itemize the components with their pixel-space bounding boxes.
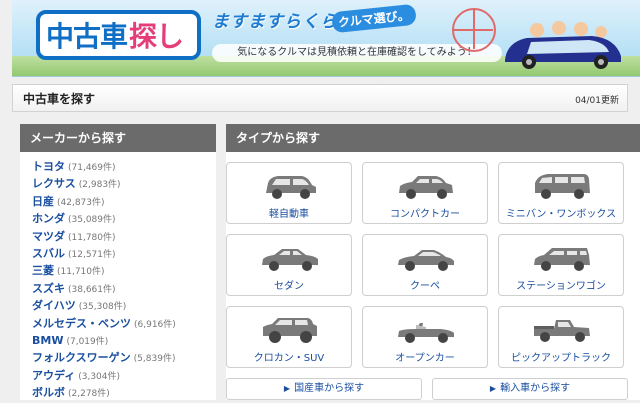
minivan-icon [535,174,590,199]
maker-count: (71,469件) [68,163,116,173]
kei-car-icon [266,176,316,199]
sedan-icon [262,249,318,271]
maker-link[interactable]: ボルボ [32,386,65,399]
maker-link[interactable]: ホンダ [32,212,65,225]
maker-count: (6,916件) [134,319,176,330]
maker-count: (11,780件) [68,232,116,243]
maker-link[interactable]: BMW [32,334,63,347]
maker-item[interactable]: トヨタ (71,469件) [32,158,216,175]
pickup-truck-icon [534,320,590,342]
type-panel-heading: タイプから探す [226,124,640,152]
maker-item[interactable]: BMW (7,019件) [32,332,216,349]
page-title: 中古車を探す [23,92,96,106]
update-date: 04/01更新 [575,96,619,106]
maker-link[interactable]: レクサス [32,177,76,190]
maker-item[interactable]: ホンダ (35,089件) [32,210,216,227]
maker-item[interactable]: 日産 (42,873件) [32,193,216,210]
import-cars-button[interactable]: ▶ 輸入車から探す [432,378,628,400]
maker-link[interactable]: 三菱 [32,264,54,277]
maker-panel-heading: メーカーから探す [20,124,216,152]
domestic-cars-label: 国産車から探す [294,383,365,394]
type-tile-coupe[interactable]: クーペ [362,234,488,296]
maker-item[interactable]: レクサス (2,983件) [32,175,216,192]
type-label: オープンカー [395,353,455,364]
type-label: コンパクトカー [390,209,460,220]
maker-count: (3,304件) [78,371,121,382]
maker-count: (7,019件) [66,336,109,347]
hero-banner: 中古車 探し ますますらくらく クルマ選び。 気になるクルマは見積依頼と在庫確認… [12,0,640,77]
type-label: ミニバン・ワンボックス [505,209,617,220]
logo-text-accent: 探し [129,20,184,53]
maker-link[interactable]: アウディ [32,369,75,382]
domestic-cars-button[interactable]: ▶ 国産車から探す [226,378,422,400]
maker-link[interactable]: スバル [32,247,65,260]
type-tile-minivan[interactable]: ミニバン・ワンボックス [498,162,624,224]
type-label: クーペ [410,281,440,292]
maker-count: (38,661件) [68,284,116,295]
coupe-icon [398,250,454,271]
type-label: ステーションワゴン [516,281,606,292]
compact-car-icon [399,176,453,199]
type-tile-compact[interactable]: コンパクトカー [362,162,488,224]
type-panel: タイプから探す 軽自動車 コンパクトカー ミニバン・ワンボックス セダン クーペ… [226,124,640,400]
logo-text-main: 中古車 [46,20,128,53]
maker-panel: メーカーから探す トヨタ (71,469件) レクサス (2,983件) 日産 (42… [20,124,216,400]
type-tile-suv[interactable]: クロカン・SUV [226,306,352,368]
type-label: クロカン・SUV [253,353,325,364]
maker-count: (2,983件) [78,180,121,191]
type-label: ピックアップトラック [511,353,611,364]
import-cars-label: 輸入車から探す [500,383,571,394]
maker-item[interactable]: ダイハツ (35,308件) [32,297,216,314]
maker-count: (35,089件) [68,215,116,226]
banner-subcopy: 気になるクルマは見積依頼と在庫確認をしてみよう！ [212,44,502,62]
maker-item[interactable]: 三菱 (11,710件) [32,262,216,279]
maker-item[interactable]: アウディ (3,304件) [32,367,216,384]
maker-item[interactable]: メルセデス・ベンツ (6,916件) [32,315,216,332]
type-label: セダン [274,281,304,292]
maker-count: (42,873件) [57,197,105,208]
suv-icon [263,318,317,343]
maker-count: (11,710件) [57,267,105,278]
maker-count: (5,839件) [133,354,176,365]
site-logo[interactable]: 中古車 探し [36,10,201,60]
maker-item[interactable]: スズキ (38,661件) [32,280,216,297]
maker-link[interactable]: 日産 [32,195,54,208]
maker-item[interactable]: フォルクスワーゲン (5,839件) [32,349,216,366]
maker-item[interactable]: ボルボ (2,278件) [32,384,216,401]
maker-link[interactable]: ダイハツ [32,299,76,312]
type-tile-sedan[interactable]: セダン [226,234,352,296]
maker-count: (12,571件) [68,249,116,260]
maker-list: トヨタ (71,469件) レクサス (2,983件) 日産 (42,873件) ホン… [20,152,216,401]
maker-item[interactable]: スバル (12,571件) [32,245,216,262]
type-tile-kei[interactable]: 軽自動車 [226,162,352,224]
maker-link[interactable]: マツダ [32,230,65,243]
maker-link[interactable]: スズキ [32,282,65,295]
open-car-icon [398,323,454,343]
type-label: 軽自動車 [269,209,309,220]
maker-item[interactable]: マツダ (11,780件) [32,228,216,245]
family-car-illustration [505,21,621,69]
maker-link[interactable]: トヨタ [32,160,65,173]
maker-link[interactable]: フォルクスワーゲン [32,351,131,364]
station-wagon-icon [534,248,590,271]
maker-link[interactable]: メルセデス・ベンツ [32,317,131,330]
type-tile-open[interactable]: オープンカー [362,306,488,368]
type-tile-wagon[interactable]: ステーションワゴン [498,234,624,296]
arrow-right-icon: ▶ [489,384,497,393]
section-header: 中古車を探す 04/01更新 [12,84,628,112]
arrow-right-icon: ▶ [283,384,291,393]
type-tile-pickup[interactable]: ピックアップトラック [498,306,624,368]
maker-count: (35,308件) [78,302,127,313]
ferris-wheel-icon [452,8,496,52]
maker-count: (2,278件) [68,389,110,400]
